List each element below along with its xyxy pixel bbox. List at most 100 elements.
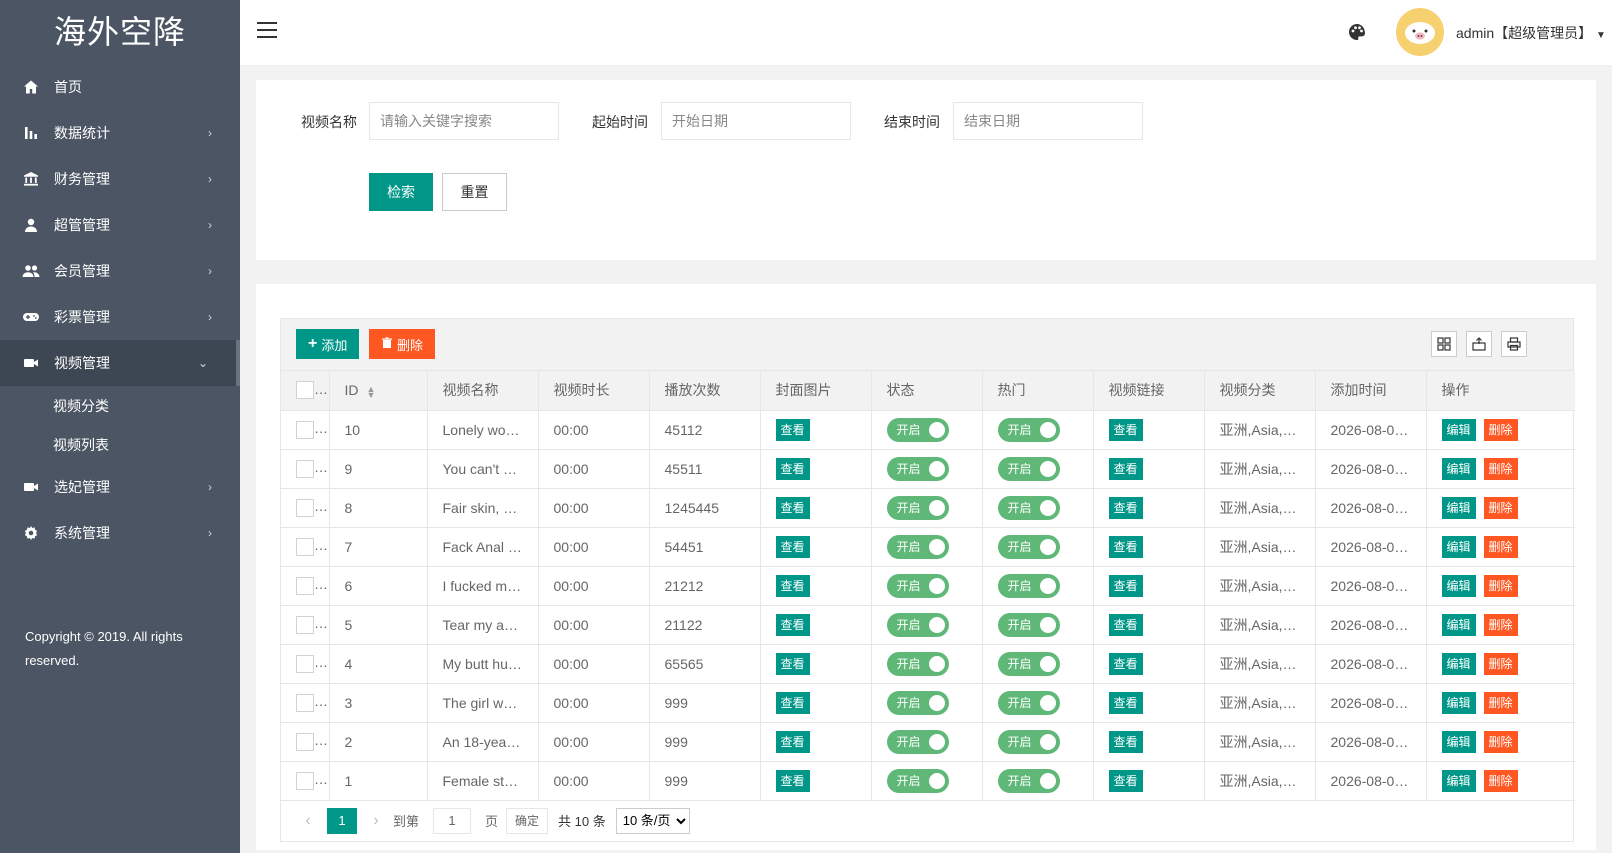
sidebar-item[interactable]: 彩票管理 › — [0, 294, 240, 340]
view-link-button[interactable]: 查看 — [1108, 574, 1143, 597]
view-link-button[interactable]: 查看 — [1108, 691, 1143, 714]
status-toggle[interactable]: 开启 — [886, 729, 949, 754]
view-cover-button[interactable]: 查看 — [775, 496, 810, 519]
edit-button[interactable]: 编辑 — [1441, 613, 1476, 636]
view-link-button[interactable]: 查看 — [1108, 769, 1143, 792]
view-cover-button[interactable]: 查看 — [775, 535, 810, 558]
user-menu[interactable]: admin【超级管理员】 ▼ — [1456, 23, 1606, 43]
view-link-button[interactable]: 查看 — [1108, 652, 1143, 675]
hot-toggle[interactable]: 开启 — [997, 690, 1060, 715]
column-header[interactable]: ID ▲ ▼ — [329, 371, 428, 411]
print-icon[interactable] — [1501, 331, 1527, 357]
view-cover-button[interactable]: 查看 — [775, 457, 810, 480]
row-checkbox[interactable] — [296, 771, 314, 790]
hot-toggle[interactable]: 开启 — [997, 456, 1060, 481]
row-checkbox[interactable] — [296, 459, 314, 478]
reset-button[interactable]: 重置 — [442, 173, 507, 211]
sidebar-item[interactable]: 视频管理 ⌄ — [0, 340, 240, 386]
sidebar-item[interactable]: 超管管理 › — [0, 202, 240, 248]
view-link-button[interactable]: 查看 — [1108, 457, 1143, 480]
status-toggle[interactable]: 开启 — [886, 690, 949, 715]
view-link-button[interactable]: 查看 — [1108, 613, 1143, 636]
add-button[interactable]: + 添加 — [296, 329, 360, 359]
status-toggle[interactable]: 开启 — [886, 495, 949, 520]
delete-button[interactable]: 删除 — [1483, 652, 1518, 675]
hot-toggle[interactable]: 开启 — [997, 768, 1060, 793]
delete-button[interactable]: 删除 — [1483, 691, 1518, 714]
next-page-icon[interactable]: › — [365, 812, 387, 830]
edit-button[interactable]: 编辑 — [1441, 652, 1476, 675]
theme-palette-icon[interactable] — [1347, 22, 1367, 42]
status-toggle[interactable]: 开启 — [886, 612, 949, 637]
avatar[interactable] — [1396, 8, 1444, 56]
row-checkbox[interactable] — [296, 420, 314, 439]
row-checkbox[interactable] — [296, 693, 314, 712]
batch-delete-button[interactable]: 删除 — [369, 329, 436, 359]
view-cover-button[interactable]: 查看 — [775, 730, 810, 753]
hot-toggle[interactable]: 开启 — [997, 417, 1060, 442]
row-checkbox[interactable] — [296, 576, 314, 595]
row-checkbox[interactable] — [296, 654, 314, 673]
sidebar-item[interactable]: 财务管理 › — [0, 156, 240, 202]
sidebar-item[interactable]: 首页 — [0, 64, 240, 110]
current-page-button[interactable]: 1 — [327, 807, 357, 834]
edit-button[interactable]: 编辑 — [1441, 418, 1476, 441]
select-all-checkbox[interactable] — [296, 381, 314, 400]
status-toggle[interactable]: 开启 — [886, 768, 949, 793]
hot-toggle[interactable]: 开启 — [997, 495, 1060, 520]
view-link-button[interactable]: 查看 — [1108, 730, 1143, 753]
menu-toggle-icon[interactable] — [257, 22, 279, 42]
delete-button[interactable]: 删除 — [1483, 574, 1518, 597]
submenu-item[interactable]: 视频列表 — [0, 425, 240, 464]
hot-toggle[interactable]: 开启 — [997, 534, 1060, 559]
end-date-input[interactable] — [953, 102, 1143, 140]
edit-button[interactable]: 编辑 — [1441, 691, 1476, 714]
view-cover-button[interactable]: 查看 — [775, 418, 810, 441]
delete-button[interactable]: 删除 — [1483, 730, 1518, 753]
hot-toggle[interactable]: 开启 — [997, 573, 1060, 598]
row-checkbox[interactable] — [296, 537, 314, 556]
view-cover-button[interactable]: 查看 — [775, 613, 810, 636]
page-size-select[interactable]: 10 条/页 — [615, 807, 690, 834]
hot-toggle[interactable]: 开启 — [997, 729, 1060, 754]
sort-icon[interactable]: ▲ ▼ — [367, 384, 376, 399]
columns-filter-icon[interactable] — [1431, 331, 1457, 357]
goto-page-input[interactable] — [433, 807, 472, 834]
status-toggle[interactable]: 开启 — [886, 456, 949, 481]
start-date-input[interactable] — [661, 102, 851, 140]
sidebar-item[interactable]: 数据统计 › — [0, 110, 240, 156]
edit-button[interactable]: 编辑 — [1441, 769, 1476, 792]
delete-button[interactable]: 删除 — [1483, 457, 1518, 480]
delete-button[interactable]: 删除 — [1483, 418, 1518, 441]
video-name-input[interactable] — [369, 102, 559, 140]
view-link-button[interactable]: 查看 — [1108, 535, 1143, 558]
sidebar-item[interactable]: 系统管理 › — [0, 510, 240, 556]
view-cover-button[interactable]: 查看 — [775, 769, 810, 792]
view-cover-button[interactable]: 查看 — [775, 652, 810, 675]
export-icon[interactable] — [1466, 331, 1492, 357]
status-toggle[interactable]: 开启 — [886, 417, 949, 442]
row-checkbox[interactable] — [296, 732, 314, 751]
edit-button[interactable]: 编辑 — [1441, 574, 1476, 597]
sidebar-item[interactable]: 选妃管理 › — [0, 464, 240, 510]
status-toggle[interactable]: 开启 — [886, 534, 949, 559]
view-cover-button[interactable]: 查看 — [775, 691, 810, 714]
sidebar-item[interactable]: 会员管理 › — [0, 248, 240, 294]
row-checkbox[interactable] — [296, 498, 314, 517]
submenu-item[interactable]: 视频分类 — [0, 386, 240, 425]
status-toggle[interactable]: 开启 — [886, 573, 949, 598]
edit-button[interactable]: 编辑 — [1441, 457, 1476, 480]
edit-button[interactable]: 编辑 — [1441, 496, 1476, 519]
search-button[interactable]: 检索 — [369, 173, 433, 211]
hot-toggle[interactable]: 开启 — [997, 651, 1060, 676]
delete-button[interactable]: 删除 — [1483, 496, 1518, 519]
view-link-button[interactable]: 查看 — [1108, 418, 1143, 441]
row-checkbox[interactable] — [296, 615, 314, 634]
delete-button[interactable]: 删除 — [1483, 535, 1518, 558]
prev-page-icon[interactable]: ‹ — [297, 812, 319, 830]
goto-confirm-button[interactable]: 确定 — [506, 807, 549, 834]
delete-button[interactable]: 删除 — [1483, 613, 1518, 636]
view-cover-button[interactable]: 查看 — [775, 574, 810, 597]
view-link-button[interactable]: 查看 — [1108, 496, 1143, 519]
hot-toggle[interactable]: 开启 — [997, 612, 1060, 637]
